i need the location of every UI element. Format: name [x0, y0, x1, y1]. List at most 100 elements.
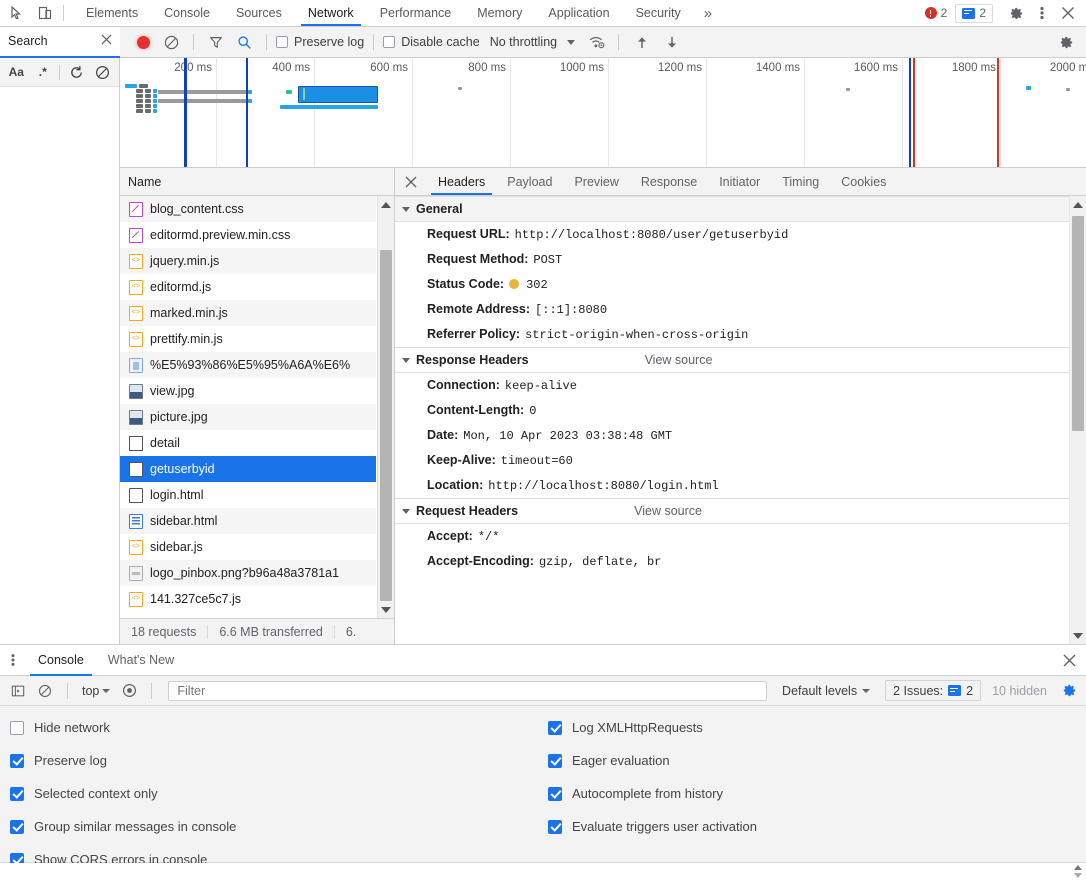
- tab-network[interactable]: Network: [295, 0, 367, 26]
- regex-button[interactable]: .*: [31, 61, 56, 83]
- tab-headers[interactable]: Headers: [427, 168, 496, 195]
- scroll-up-arrow-icon[interactable]: [378, 196, 394, 213]
- tab-preview[interactable]: Preview: [563, 168, 629, 195]
- section-header-general[interactable]: General: [395, 196, 1069, 222]
- console-setting-eager-evaluation[interactable]: Eager evaluation: [548, 753, 1086, 768]
- match-case-button[interactable]: Aa: [4, 61, 29, 83]
- console-setting-preserve-log[interactable]: Preserve log: [10, 753, 548, 768]
- console-settings-gear-icon[interactable]: [1058, 683, 1080, 698]
- column-header-name[interactable]: Name: [128, 175, 161, 189]
- details-scroll-up-arrow-icon[interactable]: [1070, 196, 1086, 213]
- drawer-tab-console[interactable]: Console: [26, 645, 96, 676]
- throttling-selector[interactable]: No throttling: [490, 35, 557, 49]
- console-setting-selected-context-only[interactable]: Selected context only: [10, 786, 548, 801]
- console-setting-autocomplete-from-history[interactable]: Autocomplete from history: [548, 786, 1086, 801]
- network-settings-gear-icon[interactable]: [1054, 30, 1078, 54]
- request-row--e5-93-86-e5-95-a6a-e6-[interactable]: %E5%93%86%E5%95%A6A%E6%: [120, 352, 376, 378]
- tab-console[interactable]: Console: [151, 0, 223, 26]
- refresh-search-icon[interactable]: [64, 61, 89, 83]
- tab-security[interactable]: Security: [623, 0, 694, 26]
- more-options-kebab-icon[interactable]: [1030, 1, 1054, 25]
- filter-icon[interactable]: [203, 35, 229, 49]
- console-scroll-up-arrow-icon[interactable]: [1073, 865, 1082, 870]
- close-devtools-icon[interactable]: [1056, 1, 1080, 25]
- request-row-blog-content-css[interactable]: blog_content.css: [120, 196, 376, 222]
- tab-application[interactable]: Application: [535, 0, 622, 26]
- search-pane-close-icon[interactable]: [101, 34, 112, 48]
- tab-performance[interactable]: Performance: [367, 0, 465, 26]
- network-conditions-icon[interactable]: [585, 35, 609, 49]
- request-row-141-327ce5c7-js[interactable]: <> 141.327ce5c7.js: [120, 586, 376, 612]
- image-file-icon: [129, 383, 143, 399]
- details-scrollbar-thumb[interactable]: [1072, 216, 1084, 431]
- details-scrollbar[interactable]: [1069, 196, 1086, 644]
- request-row-sidebar-js[interactable]: <> sidebar.js: [120, 534, 376, 560]
- throttling-chevron-down-icon[interactable]: [567, 39, 576, 45]
- search-icon[interactable]: [231, 35, 257, 50]
- console-context-selector[interactable]: top: [78, 684, 114, 698]
- request-row-sidebar-html[interactable]: sidebar.html: [120, 508, 376, 534]
- record-button-icon[interactable]: [136, 35, 150, 49]
- console-setting-log-xmlhttprequests[interactable]: Log XMLHttpRequests: [548, 720, 1086, 735]
- request-row-picture-jpg[interactable]: picture.jpg: [120, 404, 376, 430]
- console-filter-input[interactable]: [175, 682, 761, 699]
- request-row-login-html[interactable]: login.html: [120, 482, 376, 508]
- request-row-editormd-preview-min-css[interactable]: editormd.preview.min.css: [120, 222, 376, 248]
- view-source-link[interactable]: View source: [634, 504, 702, 518]
- more-tabs-icon[interactable]: »: [694, 0, 722, 26]
- close-details-icon[interactable]: [395, 168, 427, 195]
- section-header-response-headers[interactable]: Response Headers View source: [395, 347, 1069, 373]
- view-source-link[interactable]: View source: [645, 353, 713, 367]
- status-code-dot-icon: [509, 279, 520, 289]
- scroll-down-arrow-icon[interactable]: [378, 601, 394, 618]
- issues-count-badge[interactable]: 2: [955, 3, 993, 23]
- export-har-icon[interactable]: [658, 35, 686, 50]
- settings-gear-icon[interactable]: [1004, 1, 1028, 25]
- request-row-getuserbyid[interactable]: getuserbyid: [120, 456, 376, 482]
- inspect-icon[interactable]: [8, 4, 26, 22]
- tab-cookies[interactable]: Cookies: [830, 168, 897, 195]
- tab-initiator[interactable]: Initiator: [708, 168, 771, 195]
- import-har-icon[interactable]: [628, 35, 656, 50]
- disable-cache-checkbox[interactable]: Disable cache: [383, 35, 480, 49]
- request-row-editormd-js[interactable]: <> editormd.js: [120, 274, 376, 300]
- tab-payload[interactable]: Payload: [496, 168, 563, 195]
- main-tab-list: Elements Console Sources Network Perform…: [73, 0, 722, 26]
- clear-requests-icon[interactable]: [158, 35, 184, 50]
- tab-elements[interactable]: Elements: [73, 0, 151, 26]
- request-row-detail[interactable]: detail: [120, 430, 376, 456]
- console-filter-box[interactable]: [168, 680, 768, 701]
- tab-timing[interactable]: Timing: [771, 168, 830, 195]
- preserve-log-checkbox[interactable]: Preserve log: [276, 35, 364, 49]
- error-count-badge[interactable]: 2: [919, 4, 954, 23]
- request-row-logo-pinbox-png-b96a48a3781a1[interactable]: logo_pinbox.png?b96a48a3781a1: [120, 560, 376, 586]
- request-row-marked-min-js[interactable]: <> marked.min.js: [120, 300, 376, 326]
- tab-sources[interactable]: Sources: [223, 0, 295, 26]
- console-levels-selector[interactable]: Default levels: [776, 684, 876, 698]
- console-setting-evaluate-triggers-user-activation[interactable]: Evaluate triggers user activation: [548, 819, 1086, 834]
- tab-memory[interactable]: Memory: [464, 0, 535, 26]
- drawer-more-icon[interactable]: [0, 645, 26, 675]
- request-list-scrollbar[interactable]: [377, 196, 394, 618]
- console-sidebar-toggle-icon[interactable]: [6, 684, 30, 698]
- network-timeline-overview[interactable]: 200 ms 400 ms 600 ms 800 ms 1000 ms 1200…: [120, 58, 1086, 168]
- clear-console-icon[interactable]: [33, 684, 57, 698]
- live-expression-eye-icon[interactable]: [117, 683, 141, 698]
- details-scroll-down-arrow-icon[interactable]: [1070, 627, 1086, 644]
- request-row-prettify-min-js[interactable]: <> prettify.min.js: [120, 326, 376, 352]
- request-row-jquery-min-js[interactable]: <> jquery.min.js: [120, 248, 376, 274]
- console-issues-button[interactable]: 2 Issues: 2: [885, 680, 982, 701]
- console-scroll-down-arrow-icon[interactable]: [1073, 873, 1082, 878]
- drawer-tab-whats-new[interactable]: What's New: [96, 645, 186, 675]
- console-output-scrollbar[interactable]: [1071, 865, 1084, 878]
- section-header-request-headers[interactable]: Request Headers View source: [395, 498, 1069, 524]
- close-drawer-icon[interactable]: [1052, 645, 1086, 675]
- clear-search-icon[interactable]: [90, 61, 115, 83]
- console-setting-group-similar-messages-in-console[interactable]: Group similar messages in console: [10, 819, 548, 834]
- console-output-area[interactable]: [0, 863, 1086, 891]
- scrollbar-thumb[interactable]: [380, 250, 392, 616]
- request-row-view-jpg[interactable]: view.jpg: [120, 378, 376, 404]
- device-toolbar-icon[interactable]: [36, 4, 54, 22]
- console-setting-hide-network[interactable]: Hide network: [10, 720, 548, 735]
- tab-response[interactable]: Response: [630, 168, 708, 195]
